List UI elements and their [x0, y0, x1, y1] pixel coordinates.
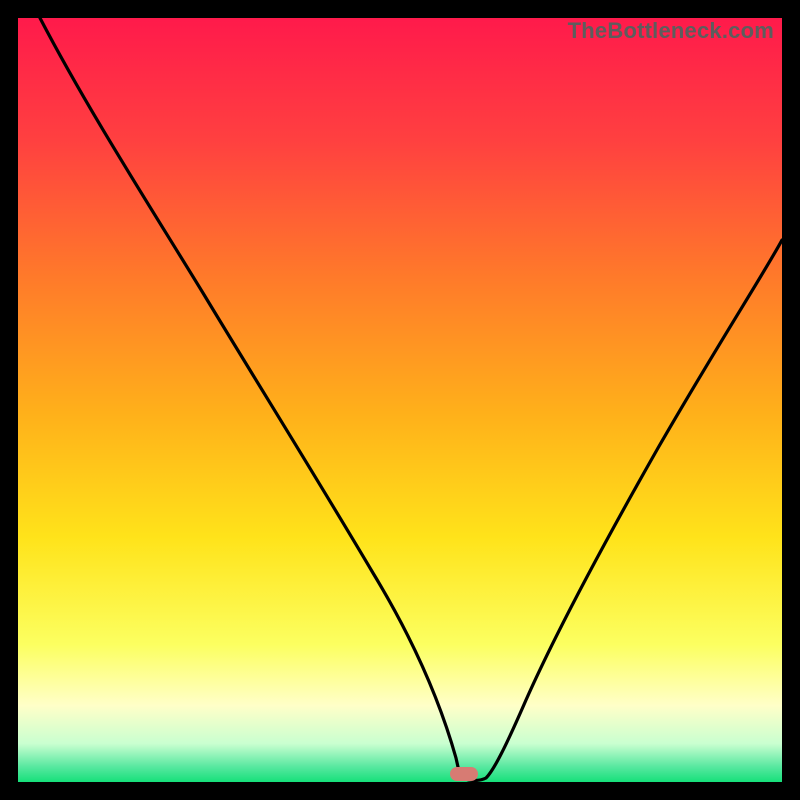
bottleneck-curve — [18, 18, 782, 782]
watermark-text: TheBottleneck.com — [568, 18, 774, 44]
minimum-marker — [450, 767, 478, 781]
chart-frame: TheBottleneck.com — [0, 0, 800, 800]
plot-area: TheBottleneck.com — [18, 18, 782, 782]
